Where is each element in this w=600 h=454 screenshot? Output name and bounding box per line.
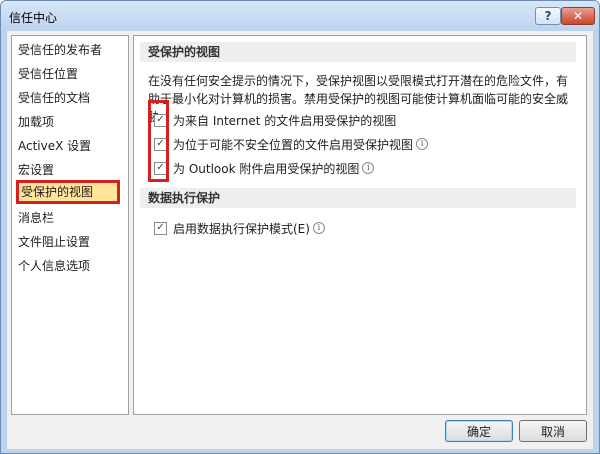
cancel-button[interactable]: 取消 bbox=[519, 420, 587, 442]
checkbox-internet-files[interactable]: ✓ bbox=[154, 113, 167, 127]
sidebar-item-add-ins[interactable]: 加载项 bbox=[18, 110, 54, 134]
sidebar-item-protected-view[interactable]: 受保护的视图 bbox=[16, 180, 120, 204]
trust-center-dialog: 信任中心 ? ✕ 受信任的发布者 受信任位置 受信任的文档 加载项 Active… bbox=[0, 0, 600, 454]
close-icon: ✕ bbox=[572, 9, 584, 23]
settings-panel: 受保护的视图 在没有任何安全提示的情况下，受保护视图以受限模式打开潜在的危险文件… bbox=[133, 35, 587, 415]
protected-view-header: 受保护的视图 bbox=[140, 42, 576, 62]
dialog-client-area: 受信任的发布者 受信任位置 受信任的文档 加载项 ActiveX 设置 宏设置 … bbox=[7, 31, 593, 449]
option-unsafe-locations[interactable]: ✓ 为位于可能不安全位置的文件启用受保护视图 i bbox=[154, 135, 429, 153]
title-bar[interactable]: 信任中心 ? ✕ bbox=[1, 1, 599, 31]
option-label: 为 Outlook 附件启用受保护的视图 bbox=[173, 161, 360, 176]
info-icon[interactable]: i bbox=[416, 138, 429, 150]
option-label: 为位于可能不安全位置的文件启用受保护视图 bbox=[173, 137, 414, 152]
help-icon: ? bbox=[544, 9, 552, 23]
checkbox-outlook-attachments[interactable]: ✓ bbox=[154, 161, 167, 175]
sidebar-item-trusted-documents[interactable]: 受信任的文档 bbox=[18, 86, 90, 110]
option-dep-mode[interactable]: ✓ 启用数据执行保护模式(E) i bbox=[154, 219, 325, 237]
category-sidebar: 受信任的发布者 受信任位置 受信任的文档 加载项 ActiveX 设置 宏设置 … bbox=[11, 35, 129, 415]
info-icon[interactable]: i bbox=[362, 162, 375, 174]
sidebar-item-file-block-settings[interactable]: 文件阻止设置 bbox=[18, 230, 90, 254]
close-button[interactable]: ✕ bbox=[561, 7, 595, 25]
ok-button[interactable]: 确定 bbox=[445, 420, 513, 442]
option-label: 为来自 Internet 的文件启用受保护的视图 bbox=[173, 113, 397, 128]
checkbox-unsafe-locations[interactable]: ✓ bbox=[154, 137, 167, 151]
checkbox-dep-mode[interactable]: ✓ bbox=[154, 221, 167, 235]
check-icon: ✓ bbox=[156, 162, 165, 173]
sidebar-item-message-bar[interactable]: 消息栏 bbox=[18, 206, 54, 230]
option-label: 启用数据执行保护模式(E) bbox=[173, 221, 310, 236]
sidebar-item-trusted-locations[interactable]: 受信任位置 bbox=[18, 62, 78, 86]
sidebar-item-privacy-options[interactable]: 个人信息选项 bbox=[18, 254, 90, 278]
dep-header: 数据执行保护 bbox=[140, 188, 576, 208]
info-icon[interactable]: i bbox=[312, 222, 325, 234]
sidebar-item-activex-settings[interactable]: ActiveX 设置 bbox=[18, 134, 91, 158]
window-title: 信任中心 bbox=[9, 11, 58, 25]
check-icon: ✓ bbox=[156, 138, 165, 149]
check-icon: ✓ bbox=[156, 114, 165, 125]
sidebar-item-macro-settings[interactable]: 宏设置 bbox=[18, 158, 54, 182]
option-outlook-attachments[interactable]: ✓ 为 Outlook 附件启用受保护的视图 i bbox=[154, 159, 375, 177]
option-internet-files[interactable]: ✓ 为来自 Internet 的文件启用受保护的视图 bbox=[154, 111, 396, 129]
help-button[interactable]: ? bbox=[535, 7, 561, 25]
sidebar-item-trusted-publishers[interactable]: 受信任的发布者 bbox=[18, 38, 102, 62]
check-icon: ✓ bbox=[156, 222, 165, 233]
